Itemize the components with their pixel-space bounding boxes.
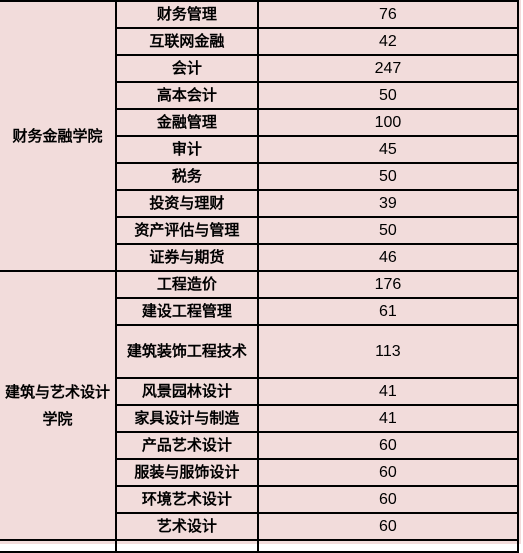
major-cell[interactable]: 工程造价 xyxy=(114,270,259,299)
count-cell[interactable]: 60 xyxy=(256,458,520,487)
major-cell[interactable]: 服装与服饰设计 xyxy=(114,458,259,487)
spreadsheet-area: 财务金融学院 财务管理 76 互联网金融 42 会计 247 高本会计 50 金… xyxy=(0,0,521,553)
count-cell[interactable]: 46 xyxy=(256,243,520,272)
enrollment-table: 财务金融学院 财务管理 76 互联网金融 42 会计 247 高本会计 50 金… xyxy=(0,0,520,553)
table-row: 建筑与艺术设计学院 工程造价 176 xyxy=(0,270,520,541)
major-cell[interactable]: 产品艺术设计 xyxy=(114,431,259,460)
count-cell[interactable]: 42 xyxy=(256,27,520,56)
college-name: 财务金融学院 xyxy=(12,126,103,145)
college-cell[interactable] xyxy=(0,539,117,553)
count-cell[interactable]: 176 xyxy=(256,270,520,299)
count-cell[interactable]: 39 xyxy=(256,189,520,218)
count-cell[interactable]: 100 xyxy=(256,108,520,137)
major-cell[interactable]: 投资与理财 xyxy=(114,189,259,218)
count-cell[interactable]: 60 xyxy=(256,512,520,541)
table-row-partial xyxy=(0,539,520,553)
major-cell[interactable]: 会计 xyxy=(114,54,259,83)
major-cell[interactable]: 建设工程管理 xyxy=(114,297,259,326)
count-cell[interactable]: 45 xyxy=(256,135,520,164)
major-cell[interactable]: 艺术设计 xyxy=(114,512,259,541)
major-cell[interactable] xyxy=(114,539,259,553)
count-cell[interactable] xyxy=(256,539,520,553)
college-name: 建筑与艺术设计学院 xyxy=(4,382,110,428)
major-cell[interactable]: 金融管理 xyxy=(114,108,259,137)
major-cell[interactable]: 建筑装饰工程技术 xyxy=(114,324,259,379)
count-cell[interactable]: 50 xyxy=(256,216,520,245)
count-cell[interactable]: 41 xyxy=(256,377,520,406)
count-cell[interactable]: 61 xyxy=(256,297,520,326)
major-cell[interactable]: 环境艺术设计 xyxy=(114,485,259,514)
count-cell[interactable]: 247 xyxy=(256,54,520,83)
major-cell[interactable]: 互联网金融 xyxy=(114,27,259,56)
college-cell[interactable]: 建筑与艺术设计学院 xyxy=(0,270,117,541)
major-cell[interactable]: 证券与期货 xyxy=(114,243,259,272)
count-cell[interactable]: 113 xyxy=(256,324,520,379)
major-cell[interactable]: 风景园林设计 xyxy=(114,377,259,406)
college-cell[interactable]: 财务金融学院 xyxy=(0,0,117,272)
count-cell[interactable]: 50 xyxy=(256,81,520,110)
major-cell[interactable]: 税务 xyxy=(114,162,259,191)
major-cell[interactable]: 资产评估与管理 xyxy=(114,216,259,245)
count-cell[interactable]: 50 xyxy=(256,162,520,191)
major-cell[interactable]: 家具设计与制造 xyxy=(114,404,259,433)
major-cell[interactable]: 财务管理 xyxy=(114,0,259,29)
major-cell[interactable]: 高本会计 xyxy=(114,81,259,110)
count-cell[interactable]: 60 xyxy=(256,431,520,460)
count-cell[interactable]: 60 xyxy=(256,485,520,514)
count-cell[interactable]: 41 xyxy=(256,404,520,433)
major-cell[interactable]: 审计 xyxy=(114,135,259,164)
count-cell[interactable]: 76 xyxy=(256,0,520,29)
table-row: 财务金融学院 财务管理 76 xyxy=(0,0,520,272)
